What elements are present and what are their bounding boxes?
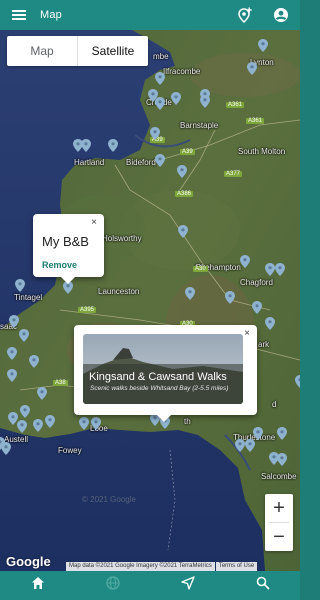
walk-title: Kingsand & Cawsand Walks [89,371,227,383]
walk-marker[interactable] [1,442,11,455]
place-label: Tintagel [14,293,43,302]
walk-marker[interactable] [247,62,257,75]
walk-marker[interactable] [19,329,29,342]
satellite-map[interactable]: Lynton Ilfracombe Croyde Barnstaple Hart… [0,30,300,571]
satellite-view-button[interactable]: Satellite [78,36,148,66]
walk-marker[interactable] [200,95,210,108]
place-label: Hartland [74,158,105,167]
place-label: Holsworthy [102,234,142,243]
walk-marker[interactable] [265,263,275,276]
walk-marker[interactable] [20,405,30,418]
page-title: Map [40,9,62,21]
place-label: th [184,417,191,426]
place-label: South Molton [238,147,286,156]
road-number: A377 [224,171,243,177]
menu-icon[interactable] [8,4,30,26]
place-label: Fowey [58,446,82,455]
walk-marker[interactable] [29,355,39,368]
home-icon [31,576,45,595]
add-location-icon[interactable] [234,4,256,26]
place-label: Chagford [240,278,273,287]
bnb-name: My B&B [42,234,89,249]
walk-marker[interactable] [81,139,91,152]
faint-copyright: © 2021 Google [82,495,136,504]
road-number: A38 [53,380,68,386]
remove-link[interactable]: Remove [42,260,77,270]
walk-marker[interactable] [235,439,245,452]
place-label: d [272,400,277,409]
walk-marker[interactable] [185,287,195,300]
walk-marker[interactable] [37,387,47,400]
top-app-bar: Map [0,0,300,30]
place-label: Barnstaple [180,121,219,130]
walk-marker[interactable] [171,92,181,105]
walk-marker[interactable] [258,39,268,52]
walk-marker[interactable] [155,72,165,85]
terms-of-use-link[interactable]: Terms of Use [215,562,258,571]
zoom-out-button[interactable]: − [265,523,293,551]
account-icon[interactable] [270,4,292,26]
walk-marker[interactable] [15,279,25,292]
road-number: A361 [246,118,265,124]
walk-marker[interactable] [277,427,287,440]
walk-marker[interactable] [79,417,89,430]
walk-photo [83,334,243,404]
walk-marker[interactable] [150,127,160,140]
walk-marker[interactable] [177,165,187,178]
walk-marker[interactable] [252,301,262,314]
globe-tab[interactable] [75,571,150,600]
walk-marker[interactable] [17,420,27,433]
navigate-tab[interactable] [150,571,225,600]
map-data-attribution: Map data ©2021 Google Imagery ©2021 Terr… [66,562,215,571]
walk-marker[interactable] [225,291,235,304]
walk-marker[interactable] [33,419,43,432]
walk-marker[interactable] [9,315,19,328]
walk-marker[interactable] [275,263,285,276]
home-tab[interactable] [0,571,75,600]
google-logo: Google [6,554,51,569]
place-label: Ilfracombe [163,67,201,76]
walk-marker[interactable] [91,417,101,430]
search-icon [256,576,270,595]
walk-info-window: × Kingsand & Cawsand Walks Scenic walks … [74,325,257,422]
walk-marker[interactable] [7,347,17,360]
road-number: A386 [175,191,194,197]
walk-marker[interactable] [155,97,165,110]
map-view-button[interactable]: Map [7,36,77,66]
map-attribution: Map data ©2021 Google Imagery ©2021 Terr… [66,562,258,571]
search-tab[interactable] [225,571,300,600]
place-label: Launceston [98,287,140,296]
walk-marker[interactable] [265,317,275,330]
walk-subtitle: Scenic walks beside Whitsand Bay (2-5.5 … [90,385,229,392]
walk-marker[interactable] [155,154,165,167]
road-number: A395 [78,307,97,313]
close-icon[interactable]: × [88,216,100,228]
walk-marker[interactable] [240,255,250,268]
bnb-info-window: × My B&B Remove [33,214,104,284]
road-number: A361 [226,102,245,108]
place-label: ark [258,340,270,349]
navigate-icon [180,576,195,595]
walk-marker[interactable] [45,415,55,428]
map-type-toggle: Map Satellite [7,36,148,66]
place-label: mbe [153,52,169,61]
bottom-navigation [0,571,300,600]
zoom-controls: + − [265,494,293,551]
walk-marker[interactable] [108,139,118,152]
place-label: Bideford [126,158,156,167]
walk-marker[interactable] [245,439,255,452]
walk-marker[interactable] [178,225,188,238]
zoom-in-button[interactable]: + [265,494,293,522]
walk-marker[interactable] [277,453,287,466]
road-number: A30 [193,266,208,272]
walk-marker[interactable] [7,369,17,382]
walk-marker[interactable] [295,375,300,388]
app-root: Map Lynton Ilfracombe Barnstaple Hartlan… [0,0,300,600]
place-label: Salcombe [261,472,297,481]
walk-card[interactable]: Kingsand & Cawsand Walks Scenic walks be… [83,334,243,404]
globe-icon [105,576,120,595]
road-number: A39 [180,149,195,155]
